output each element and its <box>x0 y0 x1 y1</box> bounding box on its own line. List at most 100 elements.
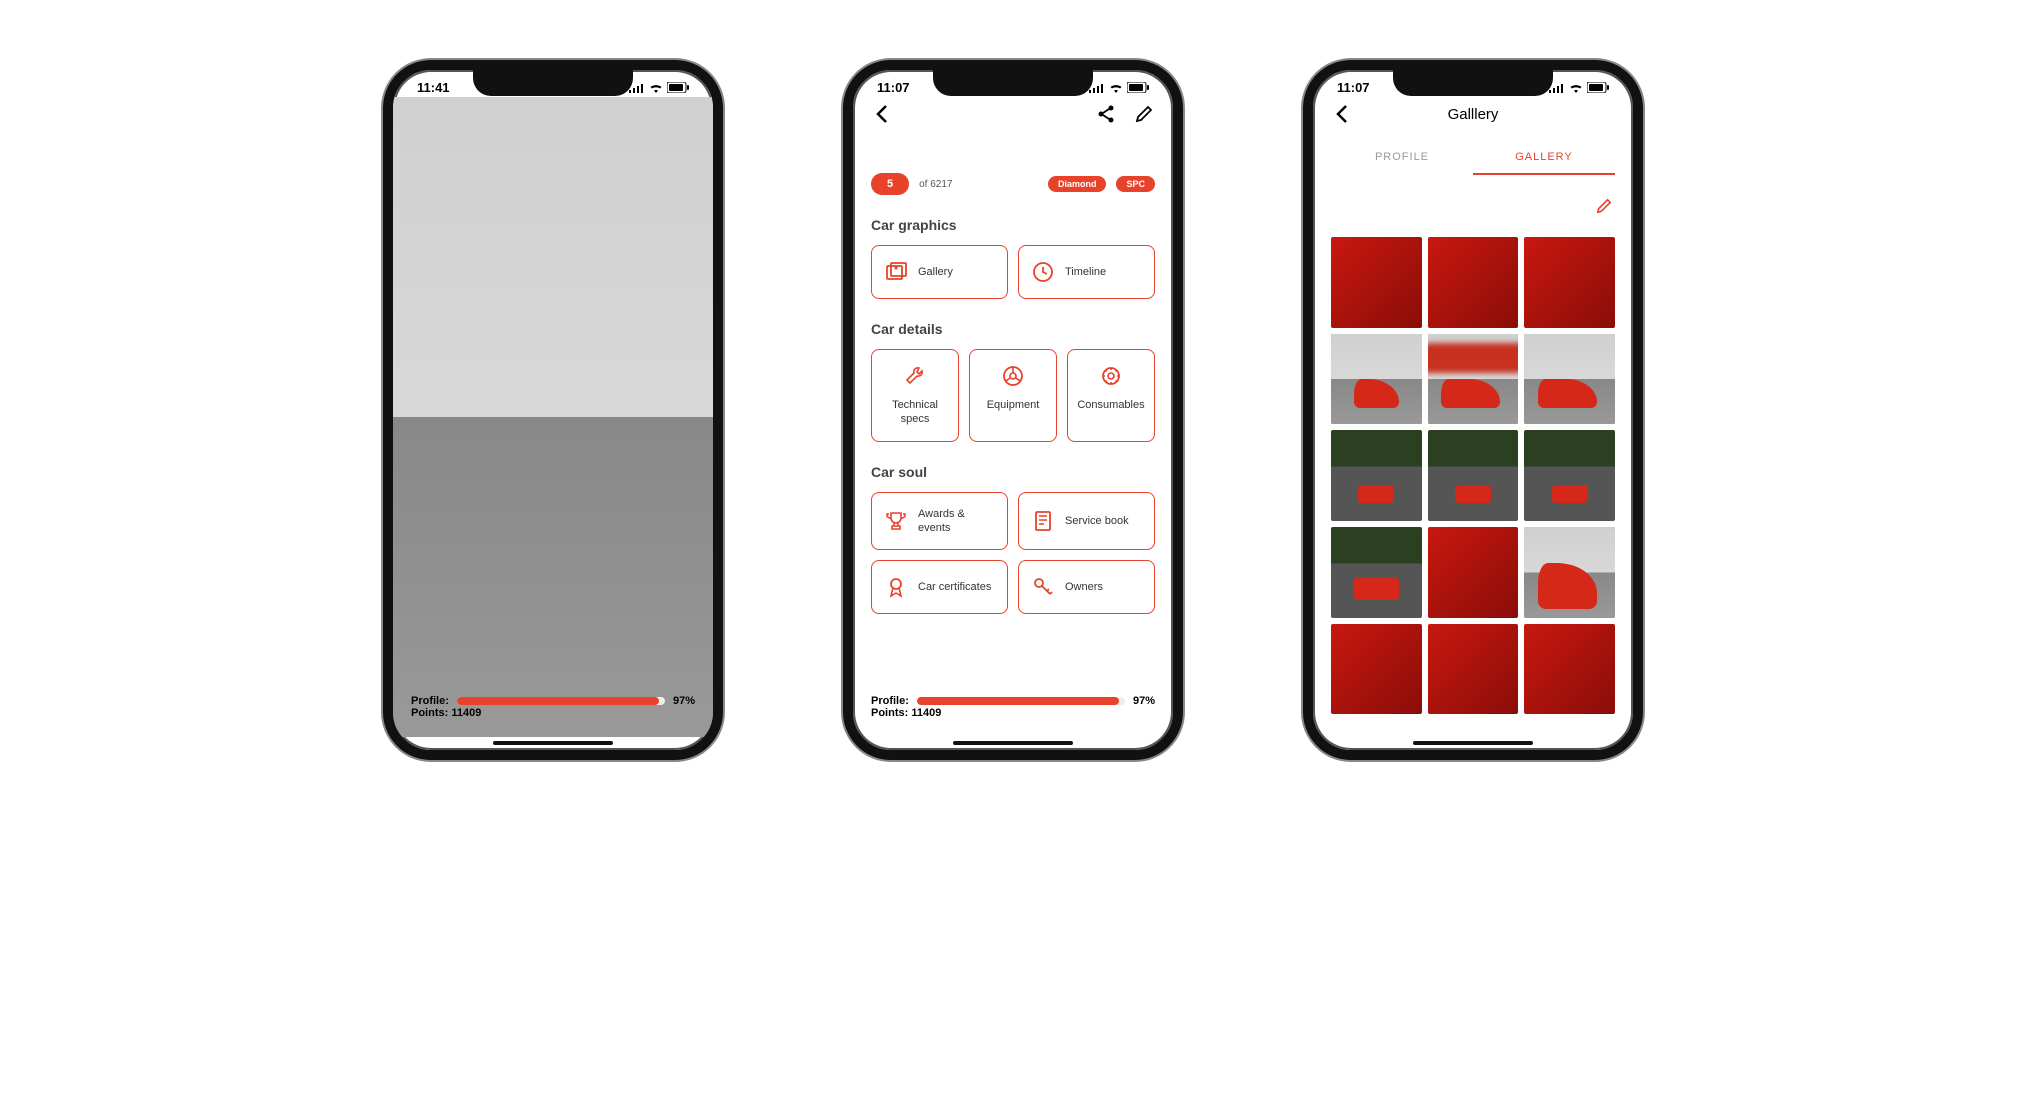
phone-gallery: 11:07 Galllery PROFILE GALLERY <box>1303 60 1643 760</box>
notch <box>1393 70 1553 96</box>
edit-button[interactable] <box>1133 103 1155 125</box>
rank-row: 5 of 6217 Diamond SPC <box>871 173 1155 195</box>
gallery-thumb[interactable] <box>1331 430 1422 521</box>
topbar <box>871 97 1155 137</box>
section-car-details: Car details <box>871 321 1155 337</box>
status-time: 11:07 <box>1337 80 1370 95</box>
wifi-icon <box>649 83 663 93</box>
pencil-icon <box>1596 198 1612 214</box>
section-car-graphics: Car graphics <box>871 217 1155 233</box>
page-title: Galllery <box>1353 106 1593 123</box>
gallery-thumb[interactable] <box>1524 527 1615 618</box>
footer-points-label: Points: <box>411 707 448 719</box>
card-owners[interactable]: Owners <box>1018 560 1155 614</box>
battery-icon <box>667 82 689 93</box>
wifi-icon <box>1109 83 1123 93</box>
gear-icon <box>1099 364 1123 388</box>
footer: Profile: 97% Points: 11409 <box>411 695 695 719</box>
tier-pill: Diamond <box>1048 176 1107 192</box>
card-technical-specs[interactable]: Technical specs <box>871 349 959 442</box>
footer-percent: 97% <box>673 695 695 707</box>
share-button[interactable] <box>1095 103 1117 125</box>
back-button[interactable] <box>1331 103 1353 125</box>
footer-profile-label: Profile: <box>411 695 449 707</box>
card-timeline-label: Timeline <box>1065 265 1106 279</box>
ribbon-icon <box>884 575 908 599</box>
home-indicator[interactable] <box>1413 741 1533 745</box>
card-gallery[interactable]: Gallery <box>871 245 1008 299</box>
key-icon <box>1031 575 1055 599</box>
phone-profile-top: 11:41 <box>383 60 723 760</box>
share-icon <box>1096 104 1116 124</box>
footer-profile-label: Profile: <box>871 695 909 707</box>
gallery-thumb[interactable] <box>1524 624 1615 715</box>
footer: Profile: 97% Points: 11409 <box>871 695 1155 719</box>
gallery-thumb[interactable] <box>1331 237 1422 328</box>
section-car-soul: Car soul <box>871 464 1155 480</box>
footer-points: 11409 <box>451 707 481 719</box>
rank-pill: 5 <box>871 173 909 195</box>
trophy-icon <box>884 509 908 533</box>
card-owners-label: Owners <box>1065 580 1103 594</box>
back-button[interactable] <box>871 103 893 125</box>
tabs: PROFILE GALLERY <box>1331 151 1615 175</box>
card-awards[interactable]: Awards & events <box>871 492 1008 551</box>
carousel-next-peek <box>689 141 713 271</box>
card-timeline[interactable]: Timeline <box>1018 245 1155 299</box>
image-carousel[interactable] <box>393 141 713 271</box>
tab-gallery[interactable]: GALLERY <box>1473 151 1615 175</box>
tier2-pill: SPC <box>1116 176 1155 192</box>
card-gallery-label: Gallery <box>918 265 953 279</box>
progress-bar <box>457 697 665 705</box>
status-indicators <box>1089 82 1149 93</box>
footer-points: 11409 <box>911 707 941 719</box>
card-cert-label: Car certificates <box>918 580 991 594</box>
card-consumables-label: Consumables <box>1077 398 1144 412</box>
card-awards-label: Awards & events <box>918 507 995 536</box>
clock-icon <box>1031 260 1055 284</box>
back-icon <box>875 104 889 124</box>
tab-profile[interactable]: PROFILE <box>1331 151 1473 175</box>
rank-of: of 6217 <box>919 179 952 190</box>
wifi-icon <box>1569 83 1583 93</box>
gallery-icon <box>884 260 908 284</box>
card-consumables[interactable]: Consumables <box>1067 349 1155 442</box>
card-equipment[interactable]: Equipment <box>969 349 1057 442</box>
notch <box>933 70 1093 96</box>
footer-points-label: Points: <box>871 707 908 719</box>
progress-bar <box>917 697 1125 705</box>
wrench-icon <box>903 364 927 388</box>
gallery-grid <box>1331 237 1615 714</box>
back-icon <box>1335 104 1349 124</box>
status-indicators <box>1549 82 1609 93</box>
gallery-thumb[interactable] <box>1524 430 1615 521</box>
card-tech-label: Technical specs <box>878 398 952 427</box>
home-indicator[interactable] <box>953 741 1073 745</box>
gallery-thumb[interactable] <box>1428 334 1519 425</box>
battery-icon <box>1587 82 1609 93</box>
topbar: Galllery <box>1331 97 1615 137</box>
gallery-thumb[interactable] <box>1331 624 1422 715</box>
card-service-book[interactable]: Service book <box>1018 492 1155 551</box>
edit-gallery-button[interactable] <box>1593 195 1615 217</box>
gallery-thumb[interactable] <box>1331 334 1422 425</box>
status-indicators <box>629 82 689 93</box>
gallery-thumb[interactable] <box>1428 430 1519 521</box>
steering-wheel-icon <box>1001 364 1025 388</box>
gallery-thumb[interactable] <box>1428 527 1519 618</box>
notch <box>473 70 633 96</box>
gallery-thumb[interactable] <box>1331 527 1422 618</box>
card-service-label: Service book <box>1065 514 1129 528</box>
card-equipment-label: Equipment <box>987 398 1040 412</box>
gallery-thumb[interactable] <box>1428 237 1519 328</box>
battery-icon <box>1127 82 1149 93</box>
status-time: 11:07 <box>877 80 910 95</box>
book-icon <box>1031 509 1055 533</box>
gallery-thumb[interactable] <box>1428 624 1519 715</box>
home-indicator[interactable] <box>493 741 613 745</box>
footer-percent: 97% <box>1133 695 1155 707</box>
gallery-thumb[interactable] <box>1524 334 1615 425</box>
status-time: 11:41 <box>417 80 450 95</box>
card-certificates[interactable]: Car certificates <box>871 560 1008 614</box>
gallery-thumb[interactable] <box>1524 237 1615 328</box>
